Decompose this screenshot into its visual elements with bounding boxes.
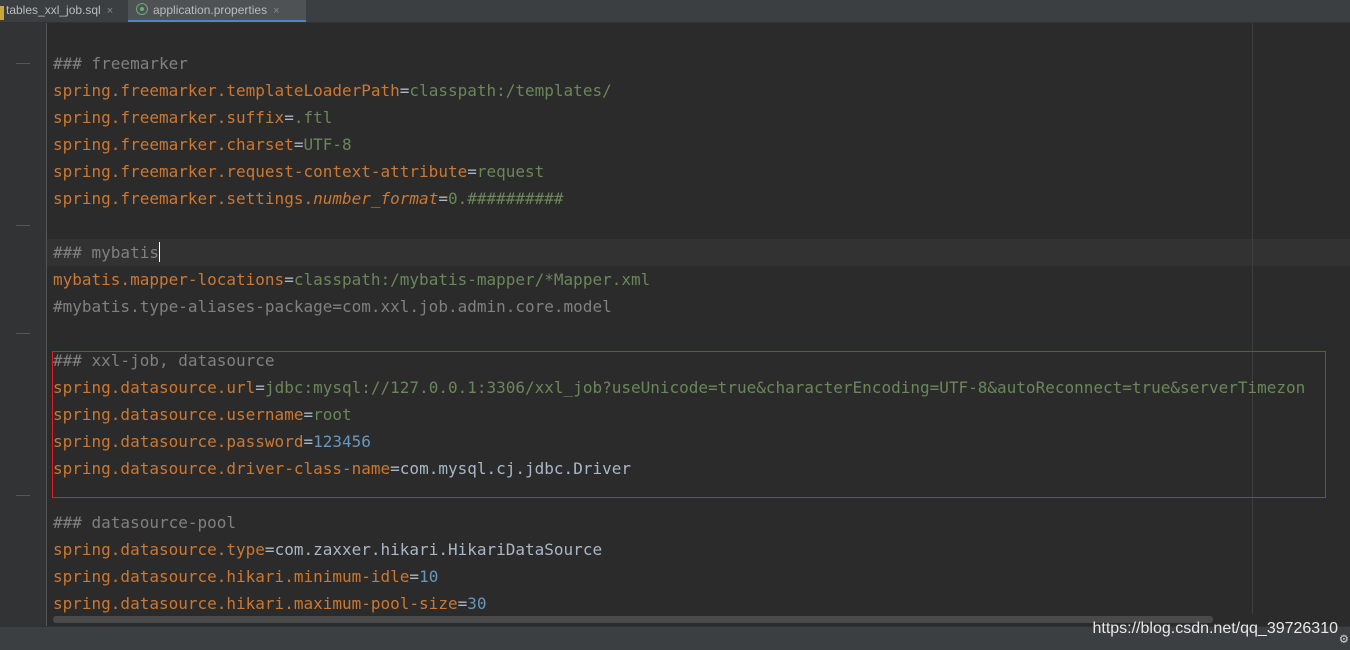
code-line: spring.freemarker.charset=UTF-8 <box>53 135 352 154</box>
code-line: spring.freemarker.settings.number_format… <box>53 189 564 208</box>
close-icon[interactable]: × <box>107 5 113 17</box>
tab-label: application.properties <box>153 3 268 17</box>
sql-file-icon <box>0 6 4 20</box>
editor-tab-bar: tables_xxl_job.sql × application.properti… <box>0 0 1350 23</box>
tab-application-properties[interactable]: application.properties × <box>128 0 306 22</box>
code-line: ### freemarker <box>53 54 188 73</box>
code-line: spring.datasource.hikari.maximum-pool-si… <box>53 594 487 613</box>
right-margin-guide <box>1252 23 1253 626</box>
code-line: ### mybatis <box>53 242 160 262</box>
text-caret <box>158 242 160 262</box>
tab-label: tables_xxl_job.sql <box>6 3 101 17</box>
close-icon[interactable]: × <box>273 5 279 17</box>
code-editor[interactable]: ### freemarker spring.freemarker.templat… <box>0 23 1350 626</box>
code-line: spring.freemarker.suffix=.ftl <box>53 108 333 127</box>
tab-tables-xxl-job-sql[interactable]: tables_xxl_job.sql × <box>0 0 125 22</box>
gear-icon[interactable]: ⚙ <box>1340 631 1348 647</box>
code-line: ### datasource-pool <box>53 513 237 532</box>
current-line-highlight <box>47 239 1350 266</box>
watermark-text: https://blog.csdn.net/qq_39726310 <box>1092 620 1338 637</box>
code-line: spring.datasource.hikari.minimum-idle=10 <box>53 567 439 586</box>
line-gutter <box>0 23 47 626</box>
code-line: spring.freemarker.templateLoaderPath=cla… <box>53 81 612 100</box>
horizontal-scrollbar-thumb[interactable] <box>53 616 1213 623</box>
code-line: spring.datasource.type=com.zaxxer.hikari… <box>53 540 603 559</box>
code-line: spring.freemarker.request-context-attrib… <box>53 162 545 181</box>
highlight-annotation-box <box>52 351 1326 498</box>
code-line: mybatis.mapper-locations=classpath:/myba… <box>53 270 651 289</box>
code-line: #mybatis.type-aliases-package=com.xxl.jo… <box>53 297 612 316</box>
spring-leaf-icon <box>136 3 148 15</box>
